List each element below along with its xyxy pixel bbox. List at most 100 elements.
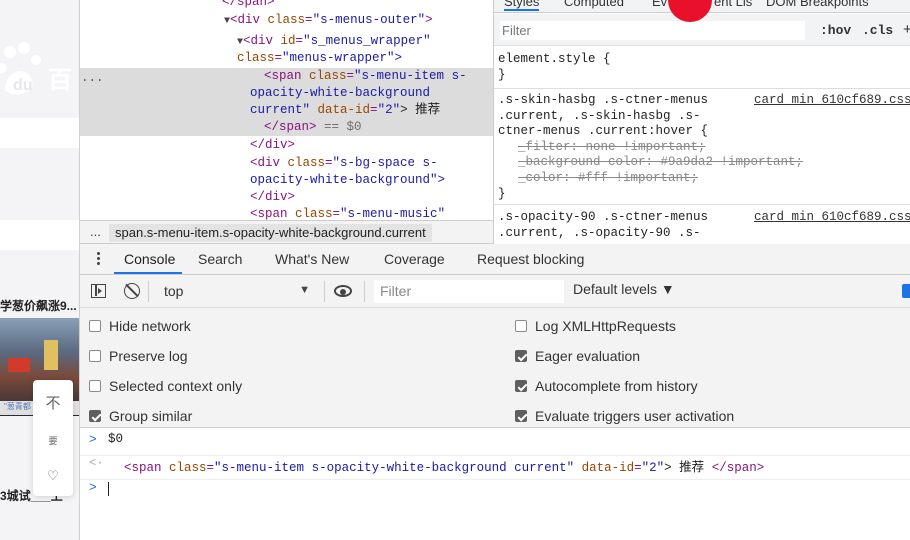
clear-console-icon[interactable] bbox=[124, 283, 140, 299]
thumbnail-shape bbox=[8, 358, 30, 372]
side-tool-qr-icon[interactable]: 要 bbox=[33, 434, 73, 447]
console-drawer: Console Search What's New Coverage Reque… bbox=[80, 244, 910, 540]
styles-filter-input[interactable]: Filter bbox=[500, 21, 805, 40]
checkbox-checked[interactable] bbox=[515, 410, 527, 422]
breadcrumb-more-icon[interactable]: ... bbox=[90, 224, 101, 239]
console-messages: > $0 <· <span class="s-menu-item s-opaci… bbox=[80, 428, 910, 540]
attr-value: current" bbox=[250, 103, 311, 117]
cls-toggle[interactable]: .cls bbox=[862, 23, 893, 38]
console-filter-input[interactable]: Filter bbox=[374, 280, 564, 303]
baidu-logo: du 百 bbox=[0, 42, 72, 95]
styles-filter-bar: Filter :hov .cls + bbox=[494, 14, 910, 46]
active-tab-indicator bbox=[114, 272, 182, 274]
console-prompt[interactable]: > bbox=[80, 480, 910, 504]
page-band bbox=[0, 220, 79, 250]
tag-text: <div bbox=[250, 156, 288, 170]
settings-gear-icon[interactable] bbox=[902, 284, 910, 298]
page-band bbox=[0, 118, 79, 148]
attr-name: id bbox=[280, 34, 296, 48]
attr-value: "s-bg-space s- bbox=[332, 156, 438, 170]
elements-tree[interactable]: </span> ▼<div class="s-menus-outer"> ▼<d… bbox=[80, 0, 493, 220]
checkbox[interactable] bbox=[89, 350, 101, 362]
attr-value: opacity-white-background bbox=[250, 86, 431, 100]
side-tool-feedback-icon[interactable]: ♡ bbox=[33, 468, 73, 484]
selected-dom-line-cont: current" data-id="2"> 推荐 bbox=[250, 103, 441, 117]
dom-line[interactable]: </div> bbox=[250, 137, 295, 155]
dom-line[interactable]: <div class="s-bg-space s- bbox=[250, 155, 438, 173]
drawer-menu-icon[interactable] bbox=[97, 250, 101, 267]
selected-dom-line-cont: opacity-white-background bbox=[250, 85, 430, 103]
tab-event-listeners[interactable]: Ev bbox=[652, 0, 667, 9]
css-declaration-overridden: _background-color: #9a9da2 !important; bbox=[518, 155, 804, 170]
css-rule-skin[interactable]: .s-skin-hasbg .s-ctner-menus .current, .… bbox=[498, 93, 803, 202]
prompt-chevron-icon: > bbox=[89, 432, 97, 447]
css-declaration-overridden: _filter: none !important; bbox=[518, 139, 706, 154]
tab-request-blocking[interactable]: Request blocking bbox=[477, 251, 584, 267]
checkbox-checked[interactable] bbox=[515, 350, 527, 362]
news-headline[interactable]: 学葱价飙涨9... bbox=[0, 297, 79, 314]
checkbox-checked[interactable] bbox=[89, 410, 101, 422]
console-input-echo: > $0 bbox=[80, 432, 910, 456]
context-selector-value: top bbox=[164, 283, 184, 299]
node-ref: == $0 bbox=[316, 120, 362, 134]
tab-styles[interactable]: Styles bbox=[504, 0, 540, 11]
css-rule-opacity[interactable]: .s-opacity-90 .s-ctner-menus .current, .… bbox=[498, 210, 708, 241]
dom-line-cont: opacity-white-background"> bbox=[250, 172, 445, 190]
gutter-dots[interactable]: ... bbox=[81, 70, 104, 88]
console-result[interactable]: <· <span class="s-menu-item s-opacity-wh… bbox=[80, 456, 910, 480]
tag-text: </span> bbox=[222, 0, 275, 9]
text-cursor bbox=[108, 482, 109, 496]
tag-text: <div bbox=[243, 34, 281, 48]
tab-dom-breakpoints[interactable]: DOM Breakpoints bbox=[766, 0, 869, 9]
dom-line[interactable]: <span class="s-menu-music" bbox=[250, 206, 445, 220]
attr-value: "s-menu-item s- bbox=[354, 69, 467, 83]
attr-value: opacity-white-background"> bbox=[250, 173, 446, 187]
breadcrumb-item[interactable]: span.s-menu-item.s-opacity-white-backgro… bbox=[109, 224, 432, 242]
styles-pane: Styles Computed Ev ent Lis DOM Breakpoin… bbox=[493, 0, 910, 244]
attr-value: "s-menu-music" bbox=[340, 207, 446, 220]
tab-computed[interactable]: Computed bbox=[564, 0, 624, 9]
selected-dom-line-cont: </span> == $0 bbox=[264, 119, 362, 137]
new-rule-button[interactable]: + bbox=[903, 21, 910, 38]
context-selector[interactable]: top ▼ bbox=[156, 281, 318, 302]
tag-text: </span> bbox=[264, 120, 317, 134]
checkbox[interactable] bbox=[515, 320, 527, 332]
tab-search[interactable]: Search bbox=[198, 251, 242, 267]
console-settings: Hide network Preserve log Selected conte… bbox=[80, 308, 910, 428]
show-sidebar-icon[interactable] bbox=[91, 284, 106, 298]
attr-name: data-id bbox=[317, 103, 371, 117]
attr-value: "2" bbox=[377, 103, 401, 117]
stylesheet-source-link[interactable]: card_min_610cf689.css bbox=[754, 210, 910, 224]
tag-text: </div> bbox=[250, 190, 296, 204]
tab-whats-new[interactable]: What's New bbox=[275, 251, 349, 267]
attr-name: class bbox=[267, 13, 306, 27]
tab-event-listeners-rest[interactable]: ent Lis bbox=[714, 0, 752, 9]
stylesheet-source-link[interactable]: card_min_610cf689.css bbox=[754, 93, 910, 107]
checkbox[interactable] bbox=[89, 380, 101, 392]
selected-dom-line[interactable]: <span class="s-menu-item s- bbox=[264, 68, 467, 86]
hov-toggle[interactable]: :hov bbox=[820, 23, 851, 38]
dom-line[interactable]: </span> bbox=[222, 0, 275, 12]
attr-name: class bbox=[309, 69, 347, 83]
element-style-rule[interactable]: element.style { } bbox=[498, 52, 611, 83]
attr-name: class bbox=[237, 51, 275, 65]
attr-value: "s_menus_wrapper" bbox=[303, 34, 431, 48]
result-node[interactable]: <span class="s-menu-item s-opacity-white… bbox=[124, 456, 764, 475]
svg-text:百: 百 bbox=[48, 66, 72, 94]
checkbox[interactable] bbox=[89, 320, 101, 332]
dom-line[interactable]: </div> bbox=[250, 189, 295, 207]
tab-coverage[interactable]: Coverage bbox=[384, 251, 445, 267]
dom-line-cont: class="menus-wrapper"> bbox=[237, 51, 403, 65]
attr-value: "menus-wrapper"> bbox=[282, 51, 403, 65]
tag-text: <span bbox=[264, 69, 310, 83]
side-tool-top-icon[interactable]: 不 bbox=[33, 392, 73, 413]
tag-text: </div> bbox=[250, 138, 296, 152]
tab-console[interactable]: Console bbox=[124, 251, 175, 267]
node-text: > 推荐 bbox=[400, 103, 441, 117]
dom-line[interactable]: ▼<div id="s_menus_wrapper" bbox=[237, 33, 431, 52]
live-expression-eye-icon[interactable] bbox=[334, 285, 352, 297]
checkbox-checked[interactable] bbox=[515, 380, 527, 392]
dom-line[interactable]: ▼<div class="s-menus-outer"> bbox=[224, 12, 433, 31]
drawer-tabs: Console Search What's New Coverage Reque… bbox=[80, 244, 910, 275]
log-levels-dropdown[interactable]: Default levels ▼ bbox=[573, 281, 675, 297]
